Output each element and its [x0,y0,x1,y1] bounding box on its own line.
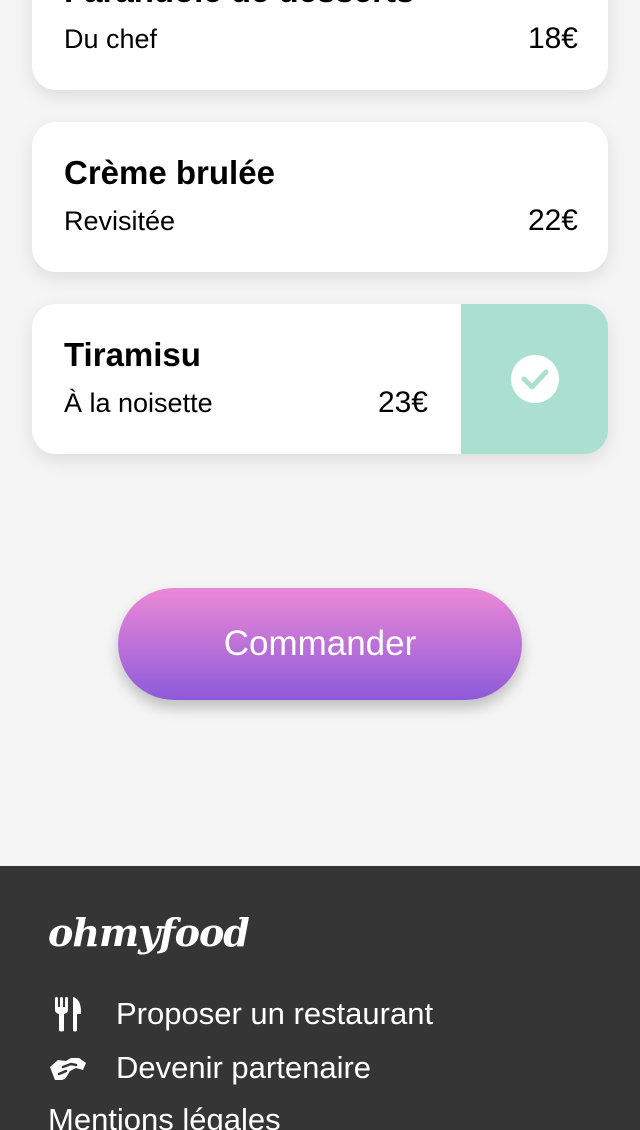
dish-price: 22€ [527,204,578,237]
selected-indicator[interactable] [461,304,608,454]
dish-description: À la noisette [64,388,213,418]
dish-card[interactable]: Crème brulée Revisitée 22€ [32,122,608,272]
dish-card-selected[interactable]: Tiramisu À la noisette 23€ [32,304,608,454]
order-button[interactable]: Commander [118,588,522,700]
utensils-icon [48,994,88,1034]
footer-logo: ohmyfood [48,910,250,955]
dish-name: Tiramisu [64,336,201,373]
footer-link-label: Mentions légales [48,1102,281,1130]
dish-price: 23€ [377,386,428,419]
menu-page: Farandole de desserts Du chef 18€ Crème … [0,0,640,1130]
dish-name: Crème brulée [64,154,275,191]
dish-name: Farandole de desserts [64,0,414,10]
footer-link-label: Proposer un restaurant [116,996,434,1031]
dish-price: 18€ [527,22,578,55]
check-circle-icon [510,355,559,403]
footer-link-become-partner[interactable]: Devenir partenaire [48,1048,371,1088]
footer-link-legal-notice[interactable]: Mentions légales [48,1102,281,1130]
footer: ohmyfood Proposer un restaurant Devenir … [0,866,640,1130]
handshake-icon [48,1048,88,1088]
footer-link-label: Devenir partenaire [116,1050,372,1085]
dish-description: Revisitée [64,206,176,236]
dish-card[interactable]: Farandole de desserts Du chef 18€ [32,0,608,90]
footer-link-propose-restaurant[interactable]: Proposer un restaurant [48,994,433,1034]
dish-description: Du chef [64,24,158,54]
